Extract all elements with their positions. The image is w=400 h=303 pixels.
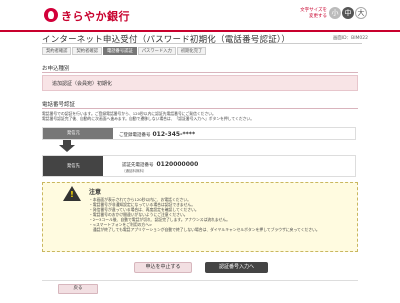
step-4: パスワード入力 bbox=[137, 47, 176, 55]
font-size-label: 文字サイズを変更する bbox=[300, 8, 327, 19]
bank-logo-icon[interactable] bbox=[44, 8, 58, 22]
cancel-application-button[interactable]: 申込を中止する bbox=[134, 262, 192, 273]
font-size-small-button[interactable]: 小 bbox=[329, 7, 341, 19]
caller-info: ご登録電話番号 012-345-**** bbox=[119, 131, 195, 138]
instruction-text-2: 電話番号認証完了後、自動的に次画面へ進みます。自動で遷移しない場合は、「認証番号… bbox=[42, 116, 255, 121]
footer-divider bbox=[42, 280, 358, 281]
toll-free-note: （通話料無料） bbox=[122, 169, 147, 173]
header-divider bbox=[0, 30, 400, 32]
section-divider bbox=[42, 108, 358, 109]
caller-label: ご登録電話番号 bbox=[119, 133, 151, 138]
destination-info: 認証先電話番号 0120000000 bbox=[122, 161, 198, 168]
caller-row: 発信元 ご登録電話番号 012-345-**** bbox=[42, 127, 356, 140]
down-arrow-icon-head bbox=[59, 145, 75, 152]
application-type-heading: お申込種別 bbox=[42, 66, 70, 72]
back-button[interactable]: 戻る bbox=[58, 284, 98, 294]
font-size-medium-button[interactable]: 中 bbox=[342, 7, 354, 19]
progress-steps: 契約者確認 契約者確認 電話番号認証 パスワード入力 初期化完了 bbox=[42, 47, 207, 55]
step-1: 契約者確認 bbox=[42, 47, 72, 55]
warning-list: ・本画面が表示されてから120秒以内に、お電話ください。 ・電話番号が非通知設定… bbox=[89, 197, 357, 232]
phone-auth-heading: 電話番号認証 bbox=[42, 102, 76, 108]
site-header: きらやか銀行 文字サイズを変更する 小 中 大 bbox=[0, 0, 400, 30]
section-divider bbox=[42, 72, 358, 73]
step-5: 初期化完了 bbox=[176, 47, 207, 55]
to-auth-number-input-button[interactable]: 認証番号入力へ bbox=[205, 262, 268, 273]
destination-row: 発信先 認証先電話番号 0120000000 （通話料無料） bbox=[42, 155, 356, 177]
caller-number: 012-345-**** bbox=[152, 131, 196, 138]
warning-title: 注意 bbox=[89, 189, 102, 196]
step-3-current: 電話番号認証 bbox=[102, 47, 137, 55]
warning-item: 通話が終了しても電話アプリケーションが自動で終了しない場合は、ダイヤルキャンセル… bbox=[89, 227, 320, 232]
destination-label: 認証先電話番号 bbox=[122, 163, 154, 168]
title-divider bbox=[42, 43, 362, 44]
screen-id: 画面ID：BIM022 bbox=[332, 36, 368, 41]
warning-box: ! 注意 ・本画面が表示されてから120秒以内に、お電話ください。 ・電話番号が… bbox=[42, 182, 358, 252]
application-type-value: 追加認証（会員宛）初期化 bbox=[52, 81, 113, 87]
bank-name[interactable]: きらやか銀行 bbox=[61, 8, 130, 24]
caller-tag: 発信元 bbox=[43, 128, 113, 139]
font-size-large-button[interactable]: 大 bbox=[355, 7, 367, 19]
application-type-box: 追加認証（会員宛）初期化 bbox=[42, 75, 358, 91]
destination-tag: 発信先 bbox=[43, 156, 103, 176]
exclamation-icon: ! bbox=[70, 190, 74, 199]
destination-number[interactable]: 0120000000 bbox=[157, 161, 199, 168]
step-2: 契約者確認 bbox=[72, 47, 102, 55]
